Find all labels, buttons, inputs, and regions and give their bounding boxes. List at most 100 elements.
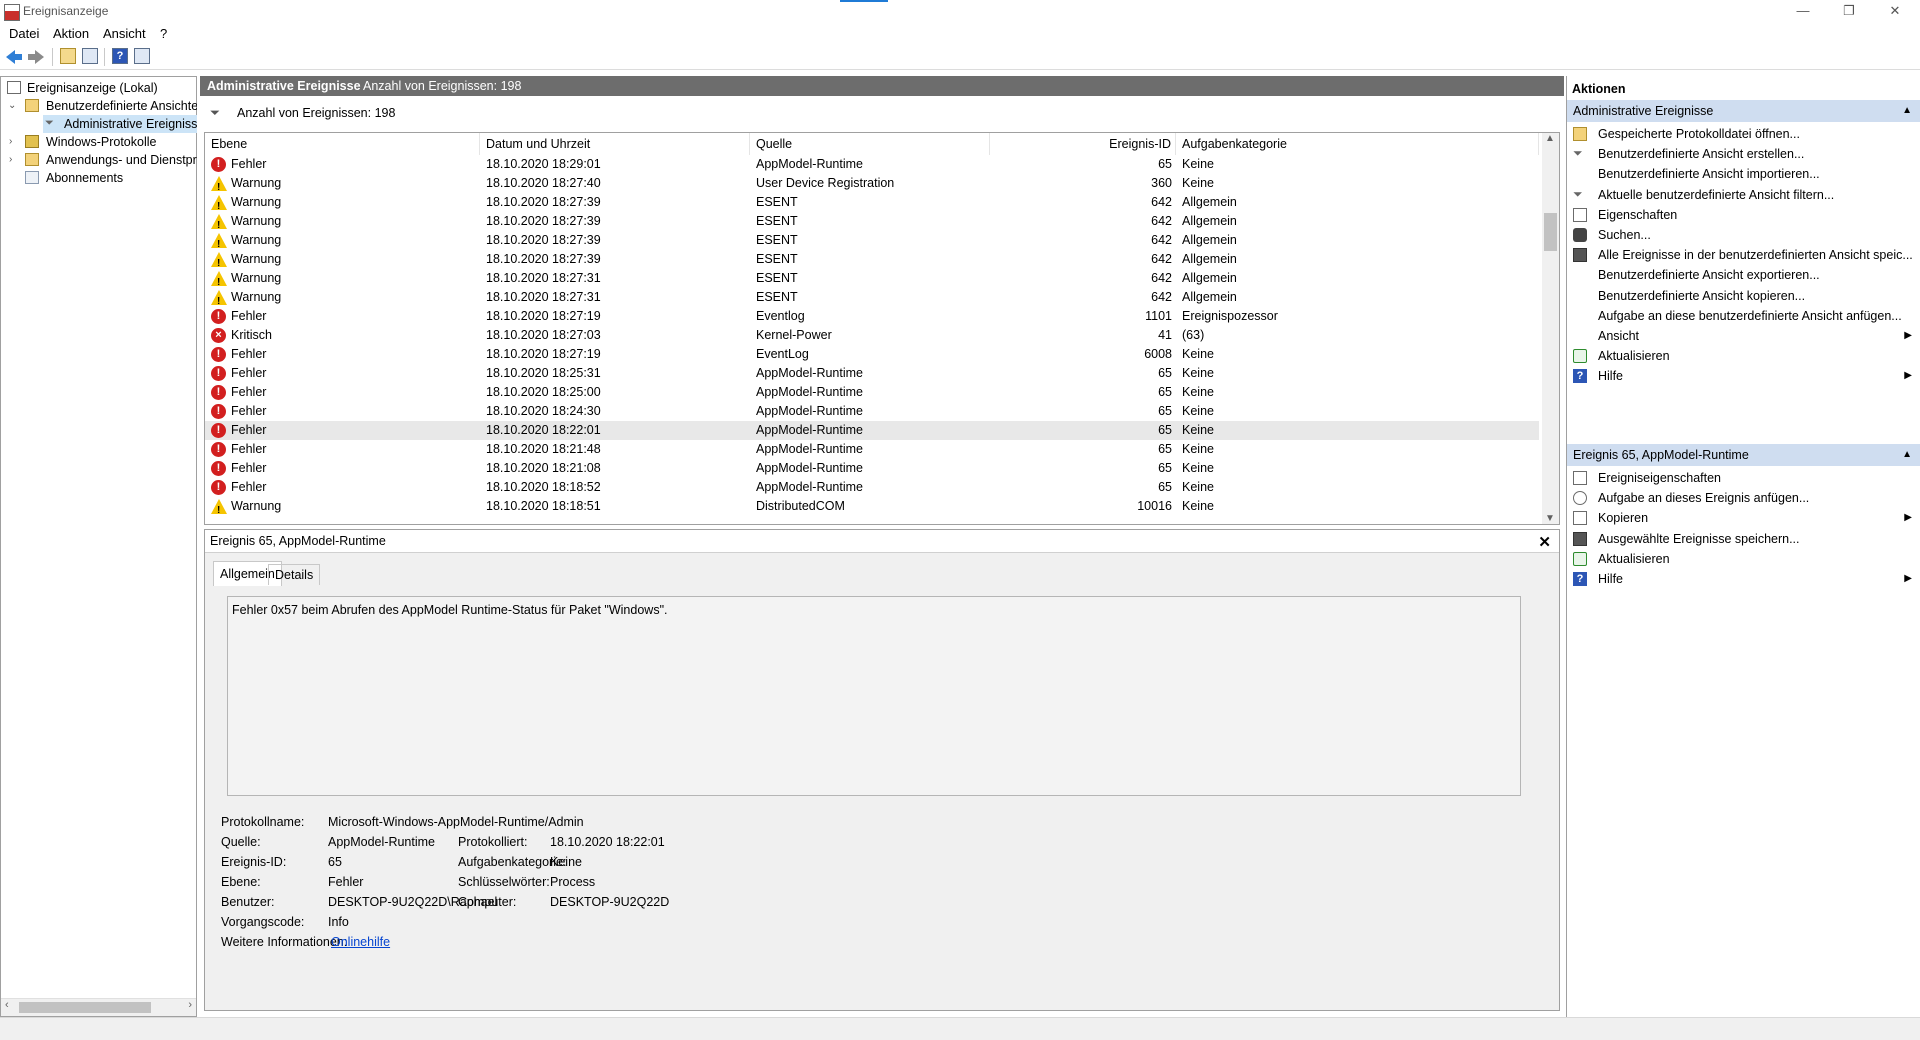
value-source[interactable]: AppModel-Runtime <box>328 835 435 849</box>
action-item[interactable]: Eigenschaften <box>1567 205 1920 225</box>
show-hide-action-pane-icon[interactable] <box>134 48 150 64</box>
value-computer[interactable]: DESKTOP-9U2Q22D <box>550 895 669 909</box>
up-folder-icon[interactable] <box>60 48 76 64</box>
table-row[interactable]: ! Fehler 18.10.2020 18:25:00 AppModel-Runti… <box>205 383 1539 402</box>
table-vertical-scrollbar[interactable]: ▲ ▼ <box>1542 133 1559 524</box>
cell-level: Warnung <box>231 290 282 304</box>
table-row[interactable]: × Kritisch 18.10.2020 18:27:03 Kernel-Power… <box>205 326 1539 345</box>
table-row[interactable]: ! Warnung 18.10.2020 18:27:39 ESENT 642 Allge… <box>205 231 1539 250</box>
scroll-right-icon[interactable]: › <box>188 999 192 1011</box>
value-opcode[interactable]: Info <box>328 915 349 929</box>
table-row[interactable]: ! Warnung 18.10.2020 18:27:31 ESENT 642 Allge… <box>205 288 1539 307</box>
action-item[interactable]: Aktualisieren <box>1567 549 1920 569</box>
table-row[interactable]: ! Fehler 18.10.2020 18:21:08 AppModel-Runti… <box>205 459 1539 478</box>
cell-source: Kernel-Power <box>756 328 832 342</box>
tree-item-custom-views[interactable]: ⌄ Benutzerdefinierte Ansichten <box>5 97 197 115</box>
table-row[interactable]: ! Fehler 18.10.2020 18:29:01 AppModel-Runti… <box>205 155 1539 174</box>
back-button[interactable] <box>6 49 22 65</box>
restore-button[interactable]: ❐ <box>1826 0 1872 24</box>
value-task-category[interactable]: Keine <box>550 855 582 869</box>
col-header-level[interactable]: Ebene <box>205 133 480 155</box>
action-item[interactable]: Alle Ereignisse in der benutzerdefiniert… <box>1567 245 1920 265</box>
table-row[interactable]: ! Warnung 18.10.2020 18:27:39 ESENT 642 Allge… <box>205 193 1539 212</box>
online-help-link[interactable]: Onlinehilfe <box>331 935 390 949</box>
actions-section-event[interactable]: Ereignis 65, AppModel-Runtime ▲ <box>1567 444 1920 466</box>
table-row[interactable]: ! Fehler 18.10.2020 18:27:19 Eventlog 1101 Er… <box>205 307 1539 326</box>
cell-source: User Device Registration <box>756 176 895 190</box>
refresh-icon <box>1573 551 1587 566</box>
tree-horizontal-scrollbar[interactable]: ‹ › <box>1 998 196 1016</box>
tab-details[interactable]: Details <box>268 564 321 585</box>
value-event-id[interactable]: 65 <box>328 855 342 869</box>
help-icon[interactable]: ? <box>112 48 128 64</box>
table-row[interactable]: ! Fehler 18.10.2020 18:24:30 AppModel-Runti… <box>205 402 1539 421</box>
col-header-task-category[interactable]: Aufgabenkategorie <box>1176 133 1539 155</box>
action-item[interactable]: ⏷ Benutzerdefinierte Ansicht erstellen... <box>1567 144 1920 164</box>
menu-aktion[interactable]: Aktion <box>53 26 89 41</box>
action-item[interactable]: ? Hilfe ▶ <box>1567 569 1920 589</box>
action-item[interactable]: Benutzerdefinierte Ansicht kopieren... <box>1567 286 1920 306</box>
collapsed-chevron-icon[interactable]: › <box>9 133 12 151</box>
action-item[interactable]: Kopieren ▶ <box>1567 508 1920 528</box>
actions-section-admin-events[interactable]: Administrative Ereignisse ▲ <box>1567 100 1920 122</box>
table-row[interactable]: ! Fehler 18.10.2020 18:22:01 AppModel-Runti… <box>205 421 1539 440</box>
scroll-thumb[interactable] <box>1544 213 1557 251</box>
action-item[interactable]: Aktualisieren <box>1567 346 1920 366</box>
cell-source: ESENT <box>756 233 798 247</box>
collapsed-chevron-icon[interactable]: › <box>9 151 12 169</box>
table-row[interactable]: ! Fehler 18.10.2020 18:18:52 AppModel-Runti… <box>205 478 1539 497</box>
forward-button[interactable] <box>28 49 44 65</box>
action-item[interactable]: ⏷ Aktuelle benutzerdefinierte Ansicht fil… <box>1567 185 1920 205</box>
action-item[interactable]: Aufgabe an diese benutzerdefinierte Ansi… <box>1567 306 1920 326</box>
value-log-name[interactable]: Microsoft-Windows-AppModel-Runtime/Admin <box>328 815 584 829</box>
table-row[interactable]: ! Warnung 18.10.2020 18:27:40 User Device R… <box>205 174 1539 193</box>
value-logged[interactable]: 18.10.2020 18:22:01 <box>550 835 665 849</box>
detail-title: Ereignis 65, AppModel-Runtime <box>210 534 386 548</box>
action-item[interactable]: Benutzerdefinierte Ansicht exportieren..… <box>1567 265 1920 285</box>
action-item[interactable]: Ereigniseigenschaften <box>1567 468 1920 488</box>
warning-icon: ! <box>211 233 227 250</box>
scroll-down-icon[interactable]: ▼ <box>1545 513 1555 524</box>
event-description[interactable]: Fehler 0x57 beim Abrufen des AppModel Ru… <box>227 596 1521 796</box>
table-row[interactable]: ! Warnung 18.10.2020 18:27:31 ESENT 642 Allge… <box>205 269 1539 288</box>
action-item[interactable]: ? Hilfe ▶ <box>1567 366 1920 386</box>
cell-level: Warnung <box>231 214 282 228</box>
detail-close-icon[interactable]: ✕ <box>1538 532 1551 554</box>
menu-datei[interactable]: Datei <box>9 26 39 41</box>
col-header-source[interactable]: Quelle <box>750 133 990 155</box>
tree-item-app-logs[interactable]: › Anwendungs- und Dienstprotokolle <box>5 151 197 169</box>
table-row[interactable]: ! Warnung 18.10.2020 18:27:39 ESENT 642 Allge… <box>205 250 1539 269</box>
value-keywords[interactable]: Process <box>550 875 595 889</box>
error-icon: ! <box>211 442 226 457</box>
collapse-caret-icon[interactable]: ▲ <box>1902 444 1912 466</box>
table-row[interactable]: ! Warnung 18.10.2020 18:18:51 DistributedCO… <box>205 497 1539 516</box>
close-button[interactable]: ✕ <box>1872 0 1918 24</box>
action-item[interactable]: Benutzerdefinierte Ansicht importieren..… <box>1567 164 1920 184</box>
table-row[interactable]: ! Fehler 18.10.2020 18:25:31 AppModel-Runti… <box>205 364 1539 383</box>
action-item[interactable]: Gespeicherte Protokolldatei öffnen... <box>1567 124 1920 144</box>
value-level[interactable]: Fehler <box>328 875 363 889</box>
menu-help[interactable]: ? <box>160 26 167 41</box>
action-item[interactable]: Ansicht ▶ <box>1567 326 1920 346</box>
tree-item-windows-logs[interactable]: › Windows-Protokolle <box>5 133 197 151</box>
action-item[interactable]: Aufgabe an dieses Ereignis anfügen... <box>1567 488 1920 508</box>
col-header-event-id[interactable]: Ereignis-ID <box>990 133 1176 155</box>
table-row[interactable]: ! Warnung 18.10.2020 18:27:39 ESENT 642 Allge… <box>205 212 1539 231</box>
minimize-button[interactable]: — <box>1780 0 1826 24</box>
expanded-chevron-icon[interactable]: ⌄ <box>8 97 16 115</box>
tree-item-subscriptions[interactable]: Abonnements <box>5 169 197 187</box>
cell-level: Fehler <box>231 404 267 418</box>
action-item[interactable]: Ausgewählte Ereignisse speichern... <box>1567 529 1920 549</box>
collapse-caret-icon[interactable]: ▲ <box>1902 100 1912 122</box>
col-header-datetime[interactable]: Datum und Uhrzeit <box>480 133 750 155</box>
table-row[interactable]: ! Fehler 18.10.2020 18:21:48 AppModel-Runti… <box>205 440 1539 459</box>
show-hide-tree-icon[interactable] <box>82 48 98 64</box>
scroll-up-icon[interactable]: ▲ <box>1545 133 1555 144</box>
action-item[interactable]: Suchen... <box>1567 225 1920 245</box>
tree-item-root[interactable]: Ereignisanzeige (Lokal) <box>7 79 197 97</box>
scroll-thumb[interactable] <box>19 1002 151 1013</box>
table-row[interactable]: ! Fehler 18.10.2020 18:27:19 EventLog 6008 Ke… <box>205 345 1539 364</box>
tree-item-admin-events[interactable]: ⏷ Administrative Ereignisse <box>43 115 197 133</box>
menu-ansicht[interactable]: Ansicht <box>103 26 146 41</box>
scroll-left-icon[interactable]: ‹ <box>5 999 9 1011</box>
